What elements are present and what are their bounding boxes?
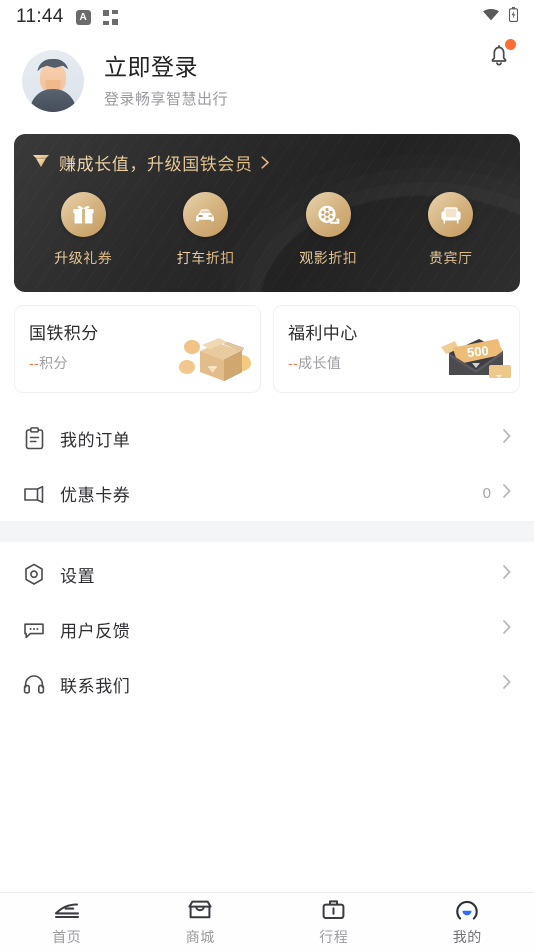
benefit-item-film[interactable]: 观影折扣 — [267, 192, 390, 268]
chevron-right-icon — [502, 674, 512, 695]
menu-item-trailing — [502, 674, 512, 695]
menu-item-count: 0 — [482, 485, 491, 502]
membership-card-title: 赚成长值，升级国铁会员 — [59, 150, 253, 175]
clipboard-icon — [22, 427, 46, 450]
ticket-icon — [22, 484, 46, 504]
menu-item-label: 我的订单 — [60, 431, 131, 450]
profile-text: 立即登录 登录畅享智慧出行 — [104, 53, 228, 110]
tab-shop[interactable]: 商城 — [134, 896, 268, 947]
chevron-right-icon — [260, 155, 271, 170]
points-card[interactable]: 国铁积分 --积分 — [14, 305, 261, 393]
bottom-tab-bar: 首页 商城 行程 我的 — [0, 892, 534, 950]
menu-item-my-orders[interactable]: 我的订单 — [22, 411, 512, 466]
grid-icon — [102, 9, 118, 25]
section-divider — [0, 521, 534, 542]
menu-item-contact-us[interactable]: 联系我们 — [22, 657, 512, 712]
status-bar: 11:44 A — [0, 0, 534, 34]
menu-item-trailing: 0 — [483, 483, 512, 504]
menu-item-label: 设置 — [60, 567, 96, 586]
avatar-body — [30, 89, 76, 112]
menu-item-trailing — [502, 619, 512, 640]
status-bar-right — [482, 7, 519, 27]
benefit-label: 观影折扣 — [299, 250, 358, 266]
notification-badge-dot — [505, 39, 516, 50]
benefit-item-car[interactable]: 打车折扣 — [145, 192, 268, 268]
menu-item-trailing — [491, 428, 512, 449]
person-icon — [454, 896, 480, 922]
status-bar-left: 11:44 A — [16, 6, 118, 28]
chevron-right-icon — [502, 619, 512, 640]
menu-item-settings[interactable]: 设置 — [22, 547, 512, 602]
menu-item-trailing — [502, 564, 512, 585]
voucher-amount: 500 — [466, 343, 489, 360]
profile-login-row[interactable]: 立即登录 登录畅享智慧出行 — [0, 34, 534, 130]
chevron-right-icon — [502, 483, 512, 504]
tab-label: 首页 — [52, 929, 82, 945]
status-bar-clock: 11:44 — [16, 6, 64, 27]
tab-mine[interactable]: 我的 — [401, 896, 534, 947]
chat-bubble-icon — [22, 620, 46, 640]
gift-icon — [60, 192, 106, 237]
tab-home[interactable]: 首页 — [0, 896, 134, 947]
tab-trips[interactable]: 行程 — [267, 896, 401, 947]
tab-label: 我的 — [452, 929, 482, 945]
film-reel-icon — [305, 192, 351, 237]
settings-gear-icon — [22, 563, 46, 586]
envelope-voucher-illustration: 500 — [429, 323, 513, 390]
benefit-label: 贵宾厅 — [429, 250, 473, 266]
menu-item-label: 优惠卡券 — [60, 486, 131, 505]
benefit-label: 打车折扣 — [176, 250, 235, 266]
headphones-icon — [22, 674, 46, 695]
menu-group-settings: 设置 用户反馈 联系我们 — [0, 542, 534, 712]
chevron-right-icon — [502, 564, 512, 585]
wifi-icon — [482, 8, 500, 26]
welfare-card-unit: 成长值 — [298, 355, 342, 371]
login-prompt-subtitle: 登录畅享智慧出行 — [104, 91, 229, 109]
menu-item-label: 联系我们 — [60, 677, 131, 696]
menu-group-orders: 我的订单 优惠卡券 0 — [0, 393, 534, 521]
battery-icon — [508, 7, 519, 27]
gift-box-coins-illustration — [172, 323, 254, 390]
points-card-unit: 积分 — [39, 355, 68, 371]
shop-icon — [187, 896, 213, 922]
chevron-right-icon — [502, 428, 512, 449]
tab-label: 商城 — [185, 929, 215, 945]
membership-benefits-list: 升级礼券 打车折扣 观影折扣 贵宾厅 — [14, 175, 520, 268]
menu-item-feedback[interactable]: 用户反馈 — [22, 602, 512, 657]
login-prompt-title[interactable]: 立即登录 — [104, 53, 228, 82]
notification-bell-button[interactable] — [482, 38, 516, 72]
welfare-card[interactable]: 福利中心 --成长值 500 — [273, 305, 520, 393]
car-icon — [183, 192, 229, 237]
welfare-card-dash: -- — [288, 355, 299, 371]
benefit-item-gift[interactable]: 升级礼券 — [22, 192, 145, 268]
train-icon — [52, 896, 82, 922]
app-badge-icon: A — [75, 9, 91, 25]
tab-label: 行程 — [319, 929, 349, 945]
menu-item-label: 用户反馈 — [60, 622, 131, 641]
benefit-item-lounge[interactable]: 贵宾厅 — [390, 192, 513, 268]
benefit-label: 升级礼券 — [54, 250, 113, 266]
membership-card[interactable]: 赚成长值，升级国铁会员 升级礼券 打车折扣 观影折扣 贵宾厅 — [14, 134, 520, 292]
stat-cards-row: 国铁积分 --积分 福利中心 --成长值 500 — [0, 292, 534, 393]
membership-card-header[interactable]: 赚成长值，升级国铁会员 — [14, 134, 520, 175]
briefcase-icon — [321, 896, 346, 922]
armchair-icon — [428, 192, 474, 237]
avatar[interactable] — [22, 50, 84, 112]
points-card-dash: -- — [29, 355, 40, 371]
menu-item-coupons[interactable]: 优惠卡券 0 — [22, 466, 512, 521]
diamond-icon — [32, 152, 50, 174]
